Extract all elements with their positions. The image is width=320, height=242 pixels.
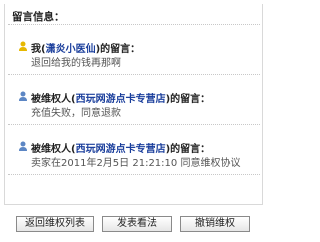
message-title: 被维权人(西玩网游点卡专营店)的留言： <box>31 94 211 105</box>
message-title: 被维权人(西玩网游点卡专营店)的留言： <box>31 144 211 155</box>
divider <box>8 24 260 25</box>
user-icon <box>19 141 27 151</box>
message-text: 退回给我的钱再那啊 <box>31 58 121 69</box>
divider <box>8 174 260 175</box>
section-header: 留言信息： <box>12 11 65 23</box>
post-comment-button[interactable]: 发表看法 <box>102 216 172 232</box>
back-to-list-button[interactable]: 返回维权列表 <box>16 216 94 232</box>
divider <box>8 124 260 125</box>
message-text: 充值失败，同意退款 <box>31 108 121 119</box>
divider <box>8 74 260 75</box>
cancel-claim-button[interactable]: 撤销维权 <box>180 216 250 232</box>
user-icon <box>19 91 27 101</box>
user-warning-icon <box>19 41 27 51</box>
message-title: 我(潇炎小医仙)的留言： <box>31 44 141 55</box>
message-text: 卖家在2011年2月5日 21:21:10 同意维权协议 <box>31 158 241 169</box>
